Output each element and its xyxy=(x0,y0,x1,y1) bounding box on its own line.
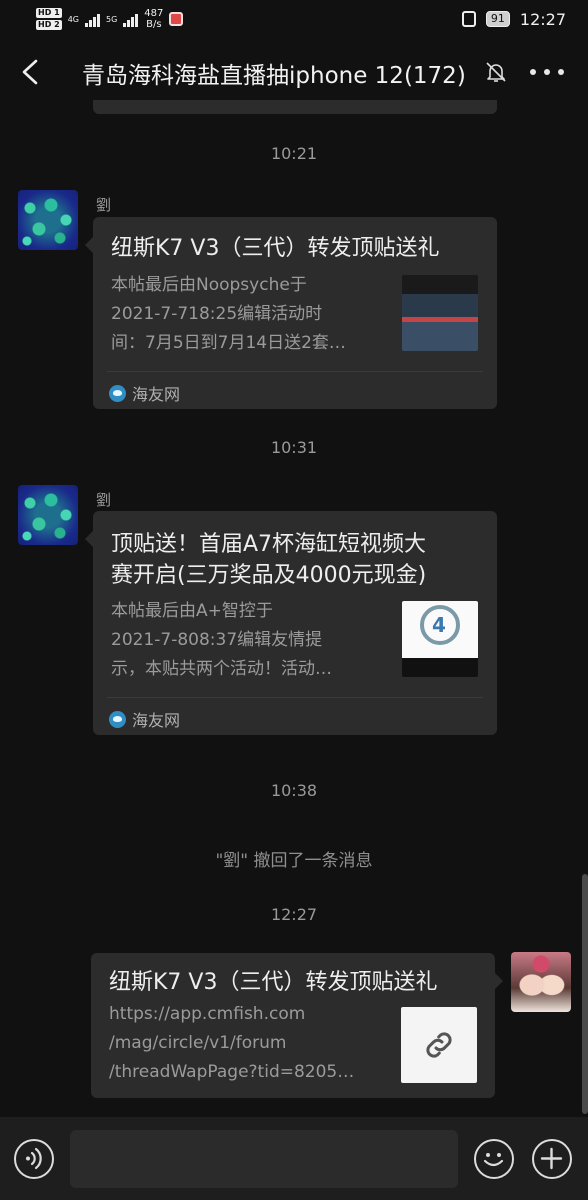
source-logo-icon xyxy=(109,710,126,728)
source-name: 海友网 xyxy=(132,385,181,404)
source-name: 海友网 xyxy=(132,711,181,730)
card-title: 顶贴送！首届A7杯海缸短视频大 赛开启(三万奖品及4000元现金) xyxy=(111,529,426,591)
own-avatar[interactable] xyxy=(511,952,571,1012)
plus-button[interactable] xyxy=(532,1139,572,1179)
signal-1-icon xyxy=(84,11,100,27)
card-source: 海友网 xyxy=(109,707,180,731)
sender-name: 劉 xyxy=(96,196,112,214)
voice-button[interactable] xyxy=(14,1139,54,1179)
signal-2-icon xyxy=(123,11,139,27)
chat-title: 青岛海科海盐直播抽iphone 12(172) xyxy=(82,63,466,89)
input-bar xyxy=(0,1117,588,1200)
timestamp: 12:27 xyxy=(270,905,318,924)
card-title-line: 顶贴送！首届A7杯海缸短视频大 xyxy=(111,532,427,557)
card-description-line: https://app.cmfish.com xyxy=(109,1004,306,1024)
card-description: https://app.cmfish.com /mag/circle/v1/fo… xyxy=(109,1000,399,1087)
plus-icon xyxy=(540,1147,563,1170)
net-speed: 487 B/s xyxy=(144,8,163,30)
net-speed-unit: B/s xyxy=(146,19,162,30)
net-speed-value: 487 xyxy=(144,8,164,19)
timestamp: 10:31 xyxy=(270,438,318,457)
card-description-line: /threadWapPage?tid=8205… xyxy=(109,1062,355,1082)
message-input[interactable] xyxy=(70,1130,458,1188)
timestamp: 10:38 xyxy=(270,781,318,800)
source-logo-icon xyxy=(109,384,126,402)
hd1-badge: HD 1 xyxy=(36,8,62,18)
link-card[interactable]: 顶贴送！首届A7杯海缸短视频大 赛开启(三万奖品及4000元现金) 本帖最后由A… xyxy=(85,511,497,735)
card-description-line: 2021-7-718:25编辑活动时 xyxy=(111,304,323,324)
chat-header: 青岛海科海盐直播抽iphone 12(172) xyxy=(0,38,588,106)
sender-name: 劉 xyxy=(96,491,112,509)
emoji-button[interactable] xyxy=(474,1139,514,1179)
status-time: 12:27 xyxy=(519,9,566,29)
own-link-card[interactable]: 纽斯K7 V3（三代）转发顶贴送礼 https://app.cmfish.com… xyxy=(91,953,503,1098)
status-right: 91 12:27 xyxy=(461,9,566,29)
card-description-line: 本帖最后由A+智控于 xyxy=(111,601,273,621)
card-thumbnail xyxy=(401,1007,477,1083)
vibrate-icon xyxy=(461,11,476,27)
card-divider xyxy=(107,697,483,698)
card-source: 海友网 xyxy=(109,381,180,405)
card-description-line: 间：7月5日到7月14日送2套… xyxy=(111,333,346,353)
scrollbar[interactable] xyxy=(582,874,588,1114)
card-title: 纽斯K7 V3（三代）转发顶贴送礼 xyxy=(111,236,440,261)
card-description-line: /mag/circle/v1/forum xyxy=(109,1033,287,1053)
timestamp: 10:21 xyxy=(270,144,318,163)
hd2-badge: HD 2 xyxy=(36,20,62,30)
card-description: 本帖最后由A+智控于 2021-7-808:37编辑友情提 示，本贴共两个活动！… xyxy=(111,597,393,684)
bell-off-icon xyxy=(486,62,506,82)
recall-notice: "劉" 撤回了一条消息 xyxy=(215,851,373,871)
card-title: 纽斯K7 V3（三代）转发顶贴送礼 xyxy=(109,970,438,995)
app-notification-icon xyxy=(169,12,184,26)
avatar[interactable] xyxy=(18,485,78,545)
more-dots-icon[interactable] xyxy=(530,60,564,84)
net2-label: 5G xyxy=(105,14,118,24)
link-icon xyxy=(426,1032,452,1058)
voice-icon xyxy=(26,1147,42,1170)
avatar[interactable] xyxy=(18,190,78,250)
status-bar: HD 1 HD 2 4G 5G 487 B/s 91 12:27 xyxy=(0,0,588,38)
card-description-line: 2021-7-808:37编辑友情提 xyxy=(111,630,323,650)
net1-label: 4G xyxy=(67,14,79,24)
emoji-icon xyxy=(483,1153,504,1167)
card-thumbnail xyxy=(402,275,478,351)
status-left: HD 1 HD 2 4G 5G 487 B/s xyxy=(36,7,184,31)
chevron-left-icon[interactable] xyxy=(18,58,42,86)
hd-badges: HD 1 HD 2 xyxy=(36,7,62,31)
card-thumbnail: 4 xyxy=(402,601,478,677)
card-description: 本帖最后由Noopsyche于 2021-7-718:25编辑活动时 间：7月5… xyxy=(111,271,393,358)
previous-card-edge[interactable] xyxy=(93,100,497,114)
card-title-line: 赛开启(三万奖品及4000元现金) xyxy=(111,563,427,588)
card-divider xyxy=(107,371,483,372)
battery-icon: 91 xyxy=(485,11,510,27)
thumbnail-logo-icon: 4 xyxy=(432,613,446,637)
link-card[interactable]: 纽斯K7 V3（三代）转发顶贴送礼 本帖最后由Noopsyche于 2021-7… xyxy=(85,217,497,409)
card-description-line: 示，本贴共两个活动！活动… xyxy=(111,659,332,679)
card-description-line: 本帖最后由Noopsyche于 xyxy=(111,275,307,295)
